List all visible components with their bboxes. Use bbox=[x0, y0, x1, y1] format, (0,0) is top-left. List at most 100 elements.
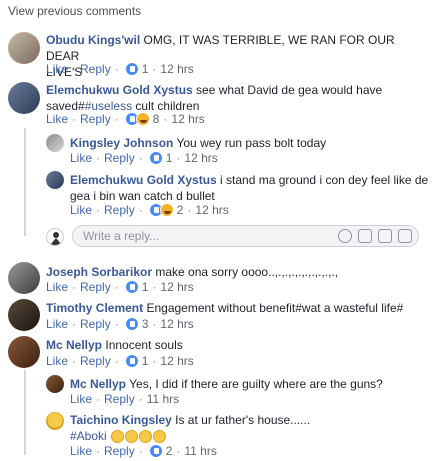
like-reaction-icon bbox=[148, 444, 163, 458]
comment-author[interactable]: Elemchukwu Gold Xystus bbox=[70, 173, 217, 187]
camera-icon[interactable] bbox=[358, 229, 372, 243]
timestamp[interactable]: 12 hrs bbox=[160, 317, 193, 331]
avatar[interactable] bbox=[8, 262, 40, 294]
comment-meta: Like · Reply · 1 · 12 hrs bbox=[46, 280, 194, 294]
reply-comment: Elemchukwu Gold Xystus i stand ma ground… bbox=[70, 172, 430, 204]
smile-emoji-icon bbox=[139, 430, 153, 444]
reactions[interactable]: 1 bbox=[124, 62, 148, 76]
like-reaction-icon bbox=[124, 317, 139, 331]
comment-author[interactable]: Elemchukwu Gold Xystus bbox=[46, 83, 193, 97]
like-button[interactable]: Like bbox=[46, 62, 68, 76]
avatar[interactable] bbox=[8, 299, 40, 331]
like-button[interactable]: Like bbox=[46, 280, 68, 294]
reply-placeholder: Write a reply... bbox=[83, 229, 160, 243]
reply-button[interactable]: Reply bbox=[80, 317, 111, 331]
timestamp[interactable]: 12 hrs bbox=[195, 203, 228, 217]
gif-icon[interactable] bbox=[378, 229, 392, 243]
reply-comment: Mc Nellyp Yes, I did if there are guilty… bbox=[70, 376, 430, 392]
sticker-icon[interactable] bbox=[398, 229, 412, 243]
comment-text-cont: saved# bbox=[46, 99, 85, 113]
view-previous-comments-link[interactable]: View previous comments bbox=[8, 4, 141, 18]
thread-line bbox=[24, 370, 26, 455]
comment: Mc Nellyp Innocent souls bbox=[46, 337, 426, 353]
like-button[interactable]: Like bbox=[70, 392, 92, 406]
reply-button[interactable]: Reply bbox=[80, 112, 111, 126]
smile-emoji-icon bbox=[125, 430, 139, 444]
haha-reaction-icon bbox=[135, 112, 150, 126]
timestamp[interactable]: 12 hrs bbox=[184, 151, 217, 165]
comment-meta: Like · Reply · 1 · 12 hrs bbox=[70, 151, 218, 165]
comment-text: see what David de gea would have bbox=[196, 83, 383, 97]
emoji-icon[interactable] bbox=[338, 229, 352, 243]
comment-meta: Like · Reply · 11 hrs bbox=[70, 392, 180, 406]
reply-comment: Taichino Kingsley Is at ur father's hous… bbox=[70, 412, 430, 444]
comment-author[interactable]: Obudu Kings'wil bbox=[46, 33, 140, 47]
avatar[interactable] bbox=[8, 32, 40, 64]
current-user-avatar bbox=[46, 228, 64, 246]
reply-button[interactable]: Reply bbox=[104, 392, 135, 406]
comment-text: You wey run pass bolt today bbox=[176, 136, 327, 150]
comment: Joseph Sorbarikor make ona sorry oooo..,… bbox=[46, 264, 426, 280]
avatar[interactable] bbox=[46, 412, 64, 430]
avatar[interactable] bbox=[46, 171, 64, 189]
like-button[interactable]: Like bbox=[46, 317, 68, 331]
comment-meta: Like · Reply · 1 · 12 hrs bbox=[46, 354, 194, 368]
like-button[interactable]: Like bbox=[46, 112, 68, 126]
reply-button[interactable]: Reply bbox=[104, 203, 135, 217]
comment-text: Is at ur father's house...... bbox=[175, 413, 311, 427]
comment-meta: Like · Reply · 1 · 12 hrs bbox=[46, 62, 194, 76]
reactions[interactable]: 1 bbox=[148, 151, 172, 165]
reply-button[interactable]: Reply bbox=[80, 280, 111, 294]
timestamp[interactable]: 12 hrs bbox=[160, 280, 193, 294]
comment-text: Engagement without benefit#wat a wastefu… bbox=[146, 301, 404, 315]
avatar[interactable] bbox=[8, 336, 40, 368]
like-button[interactable]: Like bbox=[70, 203, 92, 217]
timestamp[interactable]: 11 hrs bbox=[147, 392, 179, 406]
like-button[interactable]: Like bbox=[70, 151, 92, 165]
comment-meta: Like · Reply · 2 · 11 hrs bbox=[70, 444, 217, 458]
reply-button[interactable]: Reply bbox=[80, 62, 111, 76]
comment-author[interactable]: Taichino Kingsley bbox=[70, 413, 172, 427]
reply-button[interactable]: Reply bbox=[104, 151, 135, 165]
comment: Elemchukwu Gold Xystus see what David de… bbox=[46, 82, 426, 114]
comment-author[interactable]: Joseph Sorbarikor bbox=[46, 265, 152, 279]
reactions[interactable]: 1 bbox=[124, 354, 148, 368]
comment-text-rest: cult children bbox=[132, 99, 200, 113]
comment-author[interactable]: Mc Nellyp bbox=[70, 377, 126, 391]
smile-emoji-icon bbox=[111, 430, 125, 444]
hashtag-link[interactable]: #useless bbox=[85, 99, 132, 113]
like-reaction-icon bbox=[124, 280, 139, 294]
reactions[interactable]: 3 bbox=[124, 317, 148, 331]
comment-author[interactable]: Kingsley Johnson bbox=[70, 136, 173, 150]
reactions[interactable]: 2 bbox=[148, 203, 183, 217]
comment-text: Yes, I did if there are guilty where are… bbox=[129, 377, 383, 391]
comment-meta: Like · Reply · 3 · 12 hrs bbox=[46, 317, 194, 331]
timestamp[interactable]: 12 hrs bbox=[160, 62, 193, 76]
avatar[interactable] bbox=[8, 82, 40, 114]
timestamp[interactable]: 12 hrs bbox=[160, 354, 193, 368]
timestamp[interactable]: 12 hrs bbox=[171, 112, 204, 126]
hashtag-link[interactable]: #Aboki bbox=[70, 429, 107, 443]
avatar[interactable] bbox=[46, 375, 64, 393]
reply-button[interactable]: Reply bbox=[104, 444, 135, 458]
comment-text: make ona sorry oooo..,.,.,.,.,.,.,.,.,., bbox=[155, 265, 339, 279]
reactions[interactable]: 2 bbox=[148, 444, 172, 458]
comment-author[interactable]: Mc Nellyp bbox=[46, 338, 102, 352]
reply-button[interactable]: Reply bbox=[80, 354, 111, 368]
like-reaction-icon bbox=[148, 151, 163, 165]
like-button[interactable]: Like bbox=[46, 354, 68, 368]
avatar[interactable] bbox=[46, 134, 64, 152]
comment-meta: Like · Reply · 8 · 12 hrs bbox=[46, 112, 205, 126]
reply-input[interactable]: Write a reply... bbox=[72, 225, 419, 247]
comment: Timothy Clement Engagement without benef… bbox=[46, 300, 426, 316]
like-button[interactable]: Like bbox=[70, 444, 92, 458]
comment-author[interactable]: Timothy Clement bbox=[46, 301, 143, 315]
timestamp[interactable]: 11 hrs bbox=[184, 444, 216, 458]
reactions[interactable]: 1 bbox=[124, 280, 148, 294]
comment-meta: Like · Reply · 2 · 12 hrs bbox=[70, 203, 229, 217]
comment-text: Innocent souls bbox=[105, 338, 183, 352]
reactions[interactable]: 8 bbox=[124, 112, 159, 126]
like-reaction-icon bbox=[124, 354, 139, 368]
reply-comment: Kingsley Johnson You wey run pass bolt t… bbox=[70, 135, 430, 151]
thread-line bbox=[24, 128, 26, 236]
